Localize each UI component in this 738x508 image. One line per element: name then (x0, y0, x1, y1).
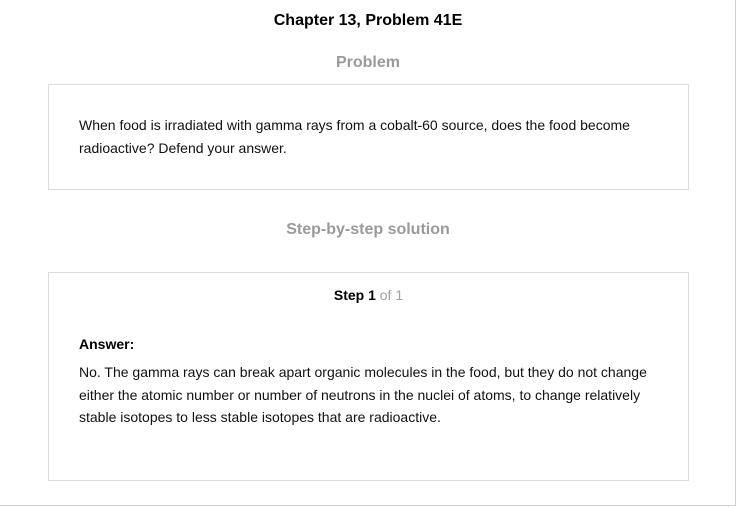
problem-text: When food is irradiated with gamma rays … (79, 117, 630, 156)
step-label: Step 1 (333, 287, 376, 303)
answer-label: Answer: (79, 336, 135, 352)
problem-heading: Problem (335, 54, 400, 71)
solution-heading: Step-by-step solution (286, 221, 450, 238)
solution-card: Step 1 of 1 Answer: No. The gamma rays c… (48, 272, 689, 481)
problem-card: When food is irradiated with gamma rays … (48, 84, 689, 190)
page-title: Chapter 13, Problem 41E (273, 12, 463, 29)
step-of-total: of 1 (379, 287, 404, 303)
solution-page: Chapter 13, Problem 41E Problem When foo… (0, 0, 736, 506)
step-indicator: Step 1 of 1 (49, 286, 688, 304)
answer-text: No. The gamma rays can break apart organ… (79, 364, 647, 425)
